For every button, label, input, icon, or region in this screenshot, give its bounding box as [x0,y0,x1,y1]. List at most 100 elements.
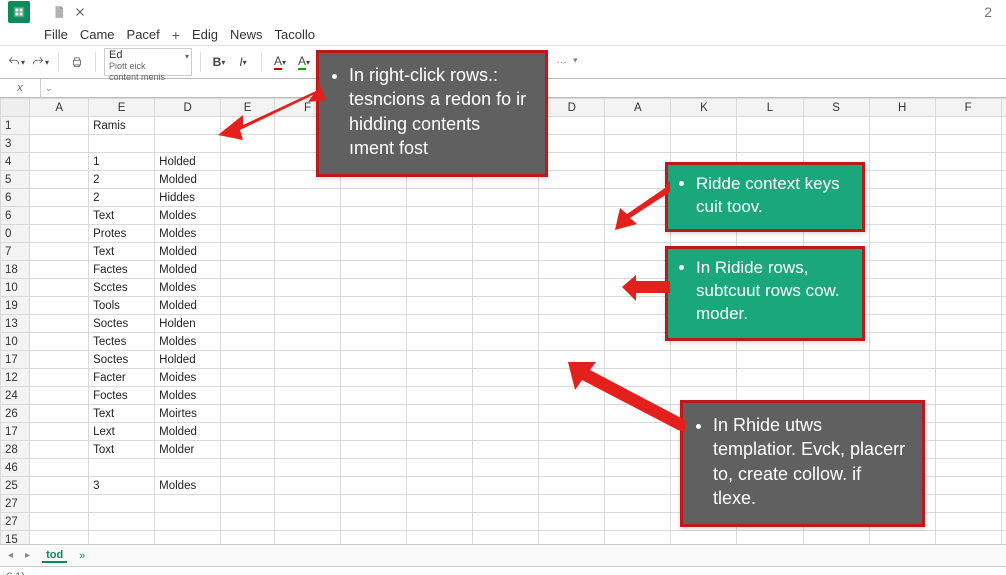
cell[interactable] [221,333,275,351]
row-header[interactable]: 10 [1,279,30,297]
cell[interactable] [341,243,407,261]
cell[interactable] [737,531,803,545]
cell[interactable] [30,171,89,189]
cell[interactable] [275,351,341,369]
close-document-icon[interactable] [74,6,86,18]
cell[interactable] [473,261,539,279]
cell[interactable] [935,225,1001,243]
column-header[interactable]: E [89,99,155,117]
cell[interactable] [341,261,407,279]
menu-came[interactable]: Came [80,27,115,42]
cell[interactable] [407,333,473,351]
undo-button[interactable]: ▾ [6,52,26,72]
cell[interactable] [407,459,473,477]
cell[interactable] [407,441,473,459]
cell[interactable] [407,531,473,545]
cell[interactable] [935,117,1001,135]
cell[interactable] [341,513,407,531]
cell[interactable] [1001,369,1006,387]
cell[interactable] [737,369,803,387]
redo-button[interactable]: ▾ [30,52,50,72]
cell[interactable] [539,225,605,243]
cell[interactable] [221,261,275,279]
cell[interactable] [473,477,539,495]
cell[interactable] [539,261,605,279]
cell[interactable] [407,279,473,297]
row-header[interactable]: 17 [1,423,30,441]
font-color-button[interactable]: A▾ [270,52,290,72]
cell[interactable] [275,207,341,225]
cell[interactable] [30,459,89,477]
cell[interactable] [275,405,341,423]
cell[interactable] [341,279,407,297]
cell[interactable] [155,531,221,545]
cell[interactable]: Moldes [155,279,221,297]
cell[interactable] [869,207,935,225]
cell[interactable] [935,315,1001,333]
cell[interactable] [869,243,935,261]
cell[interactable] [869,117,935,135]
cell[interactable]: Moldes [155,477,221,495]
cell[interactable]: Ramis [89,117,155,135]
cell[interactable] [407,513,473,531]
cell[interactable] [155,135,221,153]
cell[interactable] [935,513,1001,531]
cell[interactable] [935,153,1001,171]
row-header[interactable]: 15 [1,531,30,545]
column-header[interactable]: B [1001,99,1006,117]
cell[interactable] [275,315,341,333]
cell[interactable] [605,243,671,261]
cell[interactable] [275,441,341,459]
cell[interactable]: 3 [89,477,155,495]
cell[interactable] [935,441,1001,459]
cell[interactable] [869,189,935,207]
cell[interactable] [1001,405,1006,423]
cell[interactable] [605,495,671,513]
cell[interactable] [1001,135,1006,153]
cell[interactable] [1001,513,1006,531]
cell[interactable] [155,495,221,513]
cell[interactable] [1001,531,1006,545]
row-header[interactable]: 12 [1,369,30,387]
cell[interactable]: Molded [155,261,221,279]
cell[interactable] [341,531,407,545]
cell[interactable] [803,135,869,153]
cell[interactable] [605,333,671,351]
cell[interactable] [473,459,539,477]
cell[interactable] [869,171,935,189]
cell[interactable] [869,351,935,369]
cell[interactable] [221,153,275,171]
cell[interactable] [803,351,869,369]
cell[interactable] [30,243,89,261]
tab-next-icon[interactable]: ▸ [25,550,30,561]
cell[interactable] [803,117,869,135]
row-header[interactable]: 24 [1,387,30,405]
cell[interactable] [539,207,605,225]
row-header[interactable]: 7 [1,243,30,261]
cell[interactable] [935,333,1001,351]
cell[interactable] [1001,477,1006,495]
cell[interactable] [605,477,671,495]
menu-edig[interactable]: Edig [192,27,218,42]
cell[interactable] [935,135,1001,153]
fill-color-button[interactable]: A▾ [294,52,314,72]
cell[interactable] [935,477,1001,495]
cell[interactable] [407,189,473,207]
cell[interactable] [89,513,155,531]
row-header[interactable]: 10 [1,333,30,351]
cell[interactable]: Tools [89,297,155,315]
cell[interactable] [89,495,155,513]
cell[interactable] [221,351,275,369]
italic-button[interactable]: I▾ [233,52,253,72]
cell[interactable] [539,189,605,207]
cell[interactable]: 1 [89,153,155,171]
column-header[interactable]: A [30,99,89,117]
cell[interactable] [275,225,341,243]
cell[interactable] [605,315,671,333]
tab-prev-icon[interactable]: ◂ [8,550,13,561]
cell[interactable] [407,495,473,513]
cell[interactable] [473,351,539,369]
cell[interactable] [1001,315,1006,333]
cell[interactable] [473,207,539,225]
cell[interactable] [221,513,275,531]
